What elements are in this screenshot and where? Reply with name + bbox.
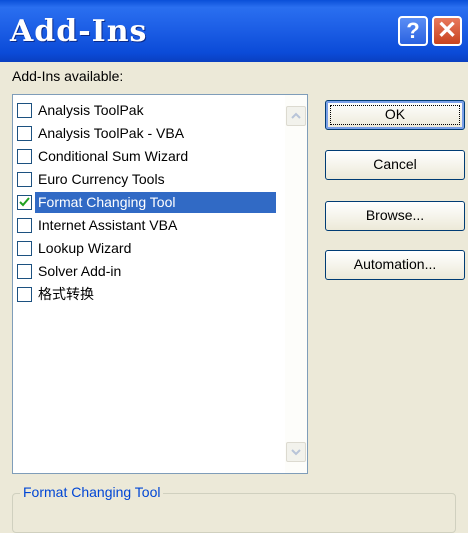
addin-item-format-conversion[interactable]: 格式转换 — [17, 283, 281, 305]
addin-label: Euro Currency Tools — [38, 170, 165, 187]
addin-checkbox[interactable] — [17, 171, 32, 187]
addin-label: Analysis ToolPak - VBA — [38, 124, 185, 141]
addin-item-format-changing-tool[interactable]: Format Changing Tool — [17, 191, 281, 213]
addin-label: Format Changing Tool — [35, 191, 276, 213]
addin-checkbox[interactable] — [17, 125, 32, 141]
title-bar[interactable]: Add-Ins ? ✕ — [0, 0, 468, 62]
scroll-down-button[interactable] — [286, 442, 306, 462]
scroll-up-button[interactable] — [286, 106, 306, 126]
addin-checkbox[interactable] — [17, 148, 32, 164]
chevron-down-icon — [291, 449, 301, 456]
addin-item-euro-currency-tools[interactable]: Euro Currency Tools — [17, 168, 281, 190]
window-title: Add-Ins — [10, 14, 148, 49]
addin-item-analysis-toolpak[interactable]: Analysis ToolPak — [17, 99, 281, 121]
close-button[interactable]: ✕ — [432, 16, 462, 46]
addin-label: Analysis ToolPak — [38, 101, 144, 118]
addin-checkbox[interactable] — [17, 217, 32, 233]
addin-label: Internet Assistant VBA — [38, 216, 178, 233]
focus-rectangle — [330, 105, 460, 125]
checkmark-icon — [19, 196, 30, 206]
addins-available-label: Add-Ins available: — [12, 68, 124, 84]
addin-item-lookup-wizard[interactable]: Lookup Wizard — [17, 237, 281, 259]
addin-checkbox[interactable] — [17, 194, 32, 210]
addin-item-internet-assistant-vba[interactable]: Internet Assistant VBA — [17, 214, 281, 236]
addin-checkbox[interactable] — [17, 263, 32, 279]
help-button[interactable]: ? — [398, 16, 428, 46]
addins-listbox[interactable]: Analysis ToolPak Analysis ToolPak - VBA … — [12, 94, 308, 474]
description-title: Format Changing Tool — [20, 484, 164, 500]
addin-label: Solver Add-in — [38, 262, 122, 279]
vertical-scrollbar[interactable] — [285, 95, 307, 473]
cancel-button[interactable]: Cancel — [325, 150, 465, 180]
addin-label: Lookup Wizard — [38, 239, 132, 256]
addin-checkbox[interactable] — [17, 102, 32, 118]
addin-checkbox[interactable] — [17, 286, 32, 302]
ok-button[interactable]: OK — [325, 100, 465, 130]
browse-button[interactable]: Browse... — [325, 201, 465, 231]
addin-item-solver-add-in[interactable]: Solver Add-in — [17, 260, 281, 282]
addin-item-analysis-toolpak-vba[interactable]: Analysis ToolPak - VBA — [17, 122, 281, 144]
addin-label: 格式转换 — [38, 285, 94, 302]
addin-item-conditional-sum-wizard[interactable]: Conditional Sum Wizard — [17, 145, 281, 167]
automation-button[interactable]: Automation... — [325, 250, 465, 280]
addin-checkbox[interactable] — [17, 240, 32, 256]
chevron-up-icon — [291, 112, 301, 119]
addin-label: Conditional Sum Wizard — [38, 147, 189, 164]
